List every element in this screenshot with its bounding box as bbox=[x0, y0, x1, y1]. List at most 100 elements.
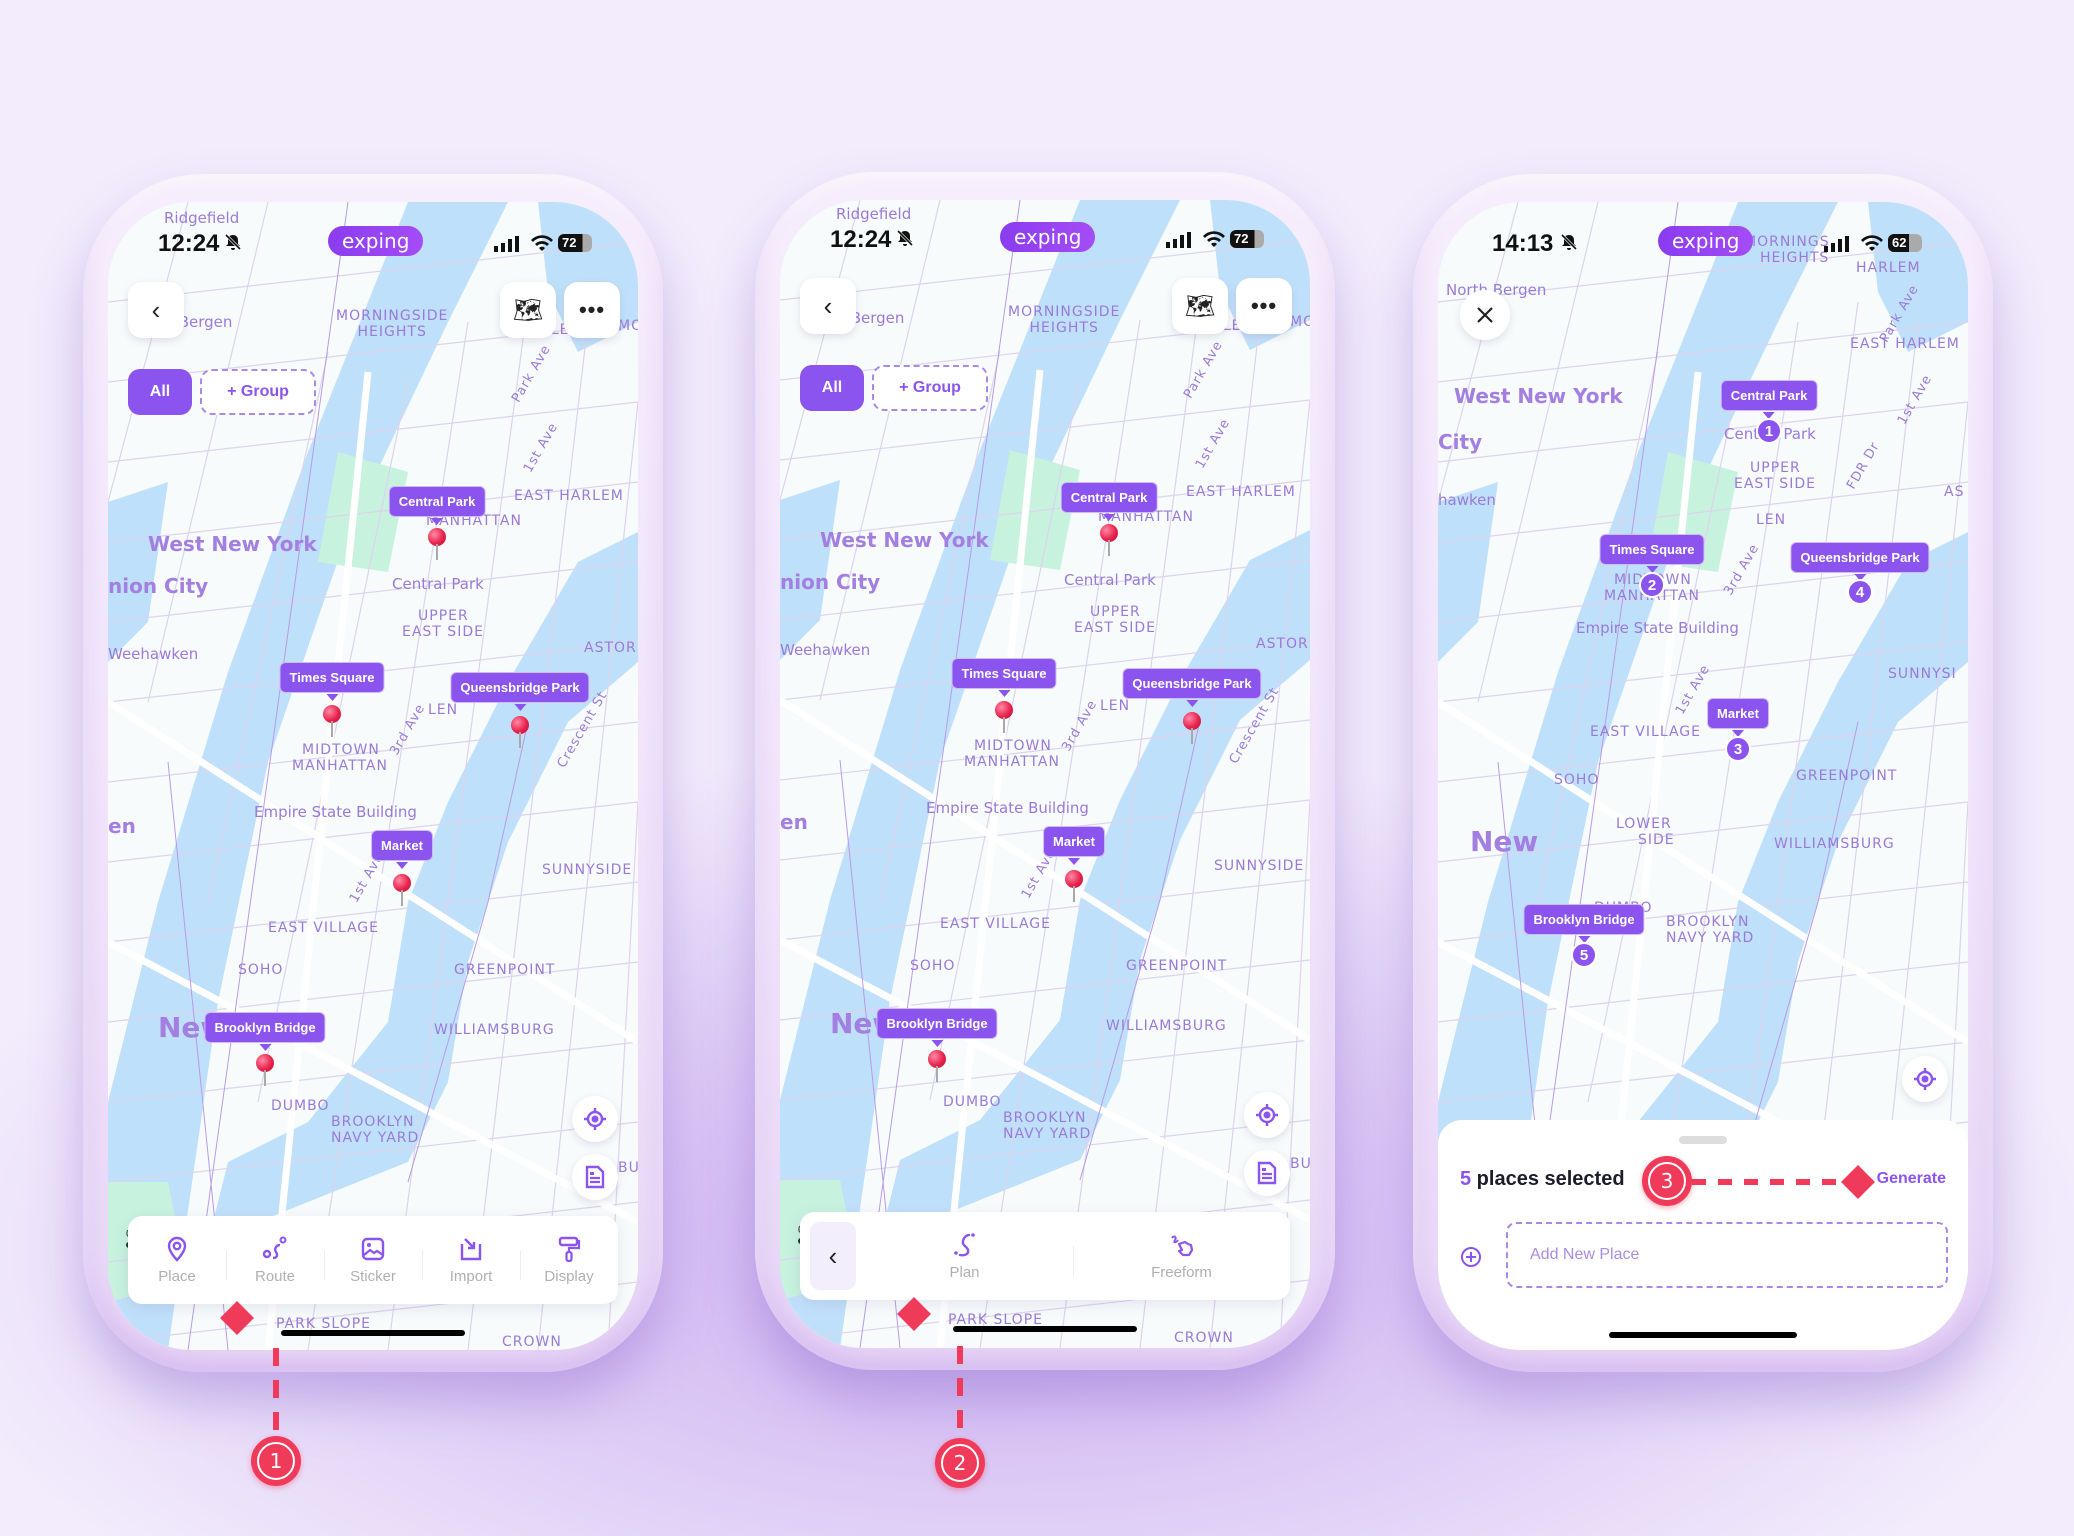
map-pin-icon[interactable] bbox=[928, 1050, 946, 1084]
place-tag[interactable]: Brooklyn Bridge bbox=[876, 1008, 998, 1047]
back-button[interactable]: ‹ bbox=[128, 282, 184, 338]
route-stop-number[interactable]: 3 bbox=[1725, 736, 1751, 762]
route-stop-number[interactable]: 2 bbox=[1639, 572, 1665, 598]
back-button[interactable]: ‹ bbox=[800, 278, 856, 334]
tool-label: Display bbox=[544, 1267, 594, 1285]
map-pin-icon[interactable] bbox=[511, 716, 529, 750]
map-label: BROOKLYN bbox=[1003, 1110, 1087, 1126]
bell-muted-icon bbox=[896, 229, 914, 247]
place-tag[interactable]: Queensbridge Park bbox=[1790, 542, 1930, 581]
map-label: en bbox=[780, 810, 808, 834]
place-tag[interactable]: Central Park bbox=[1720, 380, 1818, 419]
map-pin-icon[interactable] bbox=[256, 1054, 274, 1088]
document-button[interactable] bbox=[1244, 1150, 1290, 1196]
map-pin-icon[interactable] bbox=[323, 705, 341, 739]
document-icon bbox=[585, 1165, 605, 1189]
toolbar-route-button[interactable]: Route bbox=[226, 1236, 324, 1285]
add-group-chip[interactable]: + Group bbox=[872, 365, 988, 411]
place-tag[interactable]: Queensbridge Park bbox=[450, 672, 590, 711]
add-group-chip[interactable]: + Group bbox=[200, 369, 316, 415]
add-new-place-input[interactable]: Add New Place bbox=[1506, 1222, 1948, 1288]
map-label: MIDTOWN bbox=[302, 742, 380, 758]
map-label: EAST VILLAGE bbox=[1590, 724, 1701, 740]
toolbar-place-button[interactable]: Place bbox=[128, 1236, 226, 1285]
map-label: UPPER bbox=[1090, 604, 1141, 620]
map-label: CROWN bbox=[1174, 1330, 1234, 1346]
annotation-connector bbox=[273, 1348, 279, 1438]
phone-mockup-1: Ridgefield North Bergen MORNINGSIDE HEIG… bbox=[83, 174, 663, 1372]
map-label: DUMBO bbox=[943, 1094, 1002, 1110]
locate-me-button[interactable] bbox=[1244, 1092, 1290, 1138]
map-label: Empire State Building bbox=[926, 799, 1089, 817]
toolbar-import-button[interactable]: Import bbox=[422, 1236, 520, 1285]
map-label: West New York bbox=[1454, 384, 1623, 408]
place-tag[interactable]: Central Park bbox=[388, 486, 486, 525]
toolbar-back-button[interactable]: ‹ bbox=[810, 1222, 856, 1290]
map-label: EAST HARLEM bbox=[514, 488, 624, 504]
map-label: DUMBO bbox=[271, 1098, 330, 1114]
map-label: LEN bbox=[1756, 512, 1787, 528]
locate-me-button[interactable] bbox=[1902, 1056, 1948, 1102]
place-tag[interactable]: Market bbox=[1043, 826, 1105, 865]
sheet-grabber[interactable] bbox=[1679, 1136, 1727, 1144]
map-style-button[interactable]: 🗺 bbox=[500, 282, 556, 338]
wifi-icon bbox=[1203, 231, 1225, 247]
brand-pill: exping bbox=[328, 226, 424, 256]
place-tag[interactable]: Times Square bbox=[1599, 534, 1705, 573]
selected-count: 5 places selected bbox=[1460, 1168, 1625, 1191]
map-label: Central Park bbox=[392, 575, 484, 593]
map-label: EAST SIDE bbox=[1734, 476, 1816, 492]
selected-count-number: 5 bbox=[1460, 1168, 1472, 1190]
place-tag[interactable]: Market bbox=[371, 830, 433, 869]
generate-button[interactable]: Generate bbox=[1877, 1170, 1946, 1188]
map-label: HARLEM bbox=[1856, 260, 1921, 276]
map-label: EAST SIDE bbox=[1074, 620, 1156, 636]
place-tag[interactable]: Times Square bbox=[279, 662, 385, 701]
route-stop-number[interactable]: 5 bbox=[1571, 942, 1597, 968]
map-label: LOWER bbox=[1616, 816, 1672, 832]
map-label: West New York bbox=[820, 528, 989, 552]
place-tag[interactable]: Market bbox=[1707, 698, 1769, 737]
map-label: SOHO bbox=[910, 958, 956, 974]
more-options-button[interactable]: ••• bbox=[564, 282, 620, 338]
place-tag[interactable]: Central Park bbox=[1060, 482, 1158, 521]
map-pin-icon[interactable] bbox=[1183, 712, 1201, 746]
locate-me-button[interactable] bbox=[572, 1096, 618, 1142]
map-label: MIDTOWN bbox=[974, 738, 1052, 754]
close-button[interactable] bbox=[1460, 290, 1510, 340]
place-tag[interactable]: Queensbridge Park bbox=[1122, 668, 1262, 707]
map-pin-icon[interactable] bbox=[995, 701, 1013, 735]
plus-circle-icon[interactable] bbox=[1460, 1246, 1482, 1268]
map-label: BROOKLYN bbox=[331, 1114, 415, 1130]
toolbar-sticker-button[interactable]: Sticker bbox=[324, 1236, 422, 1285]
annotation-step-number: 3 bbox=[1648, 1162, 1686, 1200]
place-tag[interactable]: Times Square bbox=[951, 658, 1057, 697]
map-label: AS bbox=[1944, 484, 1965, 500]
place-tag[interactable]: Brooklyn Bridge bbox=[204, 1012, 326, 1051]
map-style-button[interactable]: 🗺 bbox=[1172, 278, 1228, 334]
map-label: SIDE bbox=[1638, 832, 1675, 848]
place-tag[interactable]: Brooklyn Bridge bbox=[1523, 904, 1645, 943]
tool-label: Plan bbox=[949, 1263, 980, 1281]
toolbar-display-button[interactable]: Display bbox=[520, 1236, 618, 1285]
map-pin-icon[interactable] bbox=[1065, 870, 1083, 904]
more-options-button[interactable]: ••• bbox=[1236, 278, 1292, 334]
map-label: EAST HARLEM bbox=[1186, 484, 1296, 500]
map-pin-icon[interactable] bbox=[393, 874, 411, 908]
map-label: EAST VILLAGE bbox=[268, 920, 379, 936]
chevron-left-icon: ‹ bbox=[823, 290, 833, 321]
filter-all-chip[interactable]: All bbox=[128, 369, 192, 415]
annotation-step-badge: 1 bbox=[251, 1436, 301, 1486]
map-label: MO bbox=[618, 318, 638, 334]
document-button[interactable] bbox=[572, 1154, 618, 1200]
filter-all-chip[interactable]: All bbox=[800, 365, 864, 411]
route-mode-plan-button[interactable]: Plan bbox=[856, 1232, 1073, 1281]
route-mode-freeform-button[interactable]: Freeform bbox=[1073, 1232, 1290, 1281]
map-pin-icon[interactable] bbox=[1100, 524, 1118, 558]
map-label: ASTORI bbox=[584, 640, 638, 656]
map-pin-icon[interactable] bbox=[428, 528, 446, 562]
phone-mockup-3: MORNINGS HEIGHTS HARLEM North Bergen Par… bbox=[1413, 174, 1993, 1372]
route-stop-number[interactable]: 4 bbox=[1847, 579, 1873, 605]
route-stop-number[interactable]: 1 bbox=[1756, 418, 1782, 444]
brand-pill: exping bbox=[1000, 222, 1096, 252]
